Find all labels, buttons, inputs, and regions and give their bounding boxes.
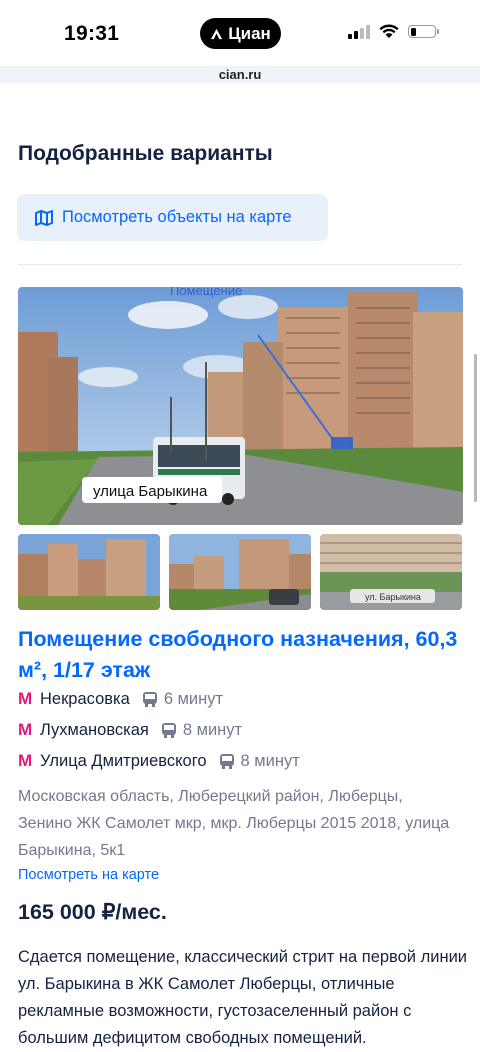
cian-logo-icon [211,28,223,40]
listing-main-photo[interactable]: Помещение улица Барыкина [18,287,463,525]
divider [18,264,462,265]
map-icon [35,209,53,226]
view-on-map-label: Посмотреть объекты на карте [62,208,292,226]
photo-annotation: Помещение [170,287,242,298]
metro-icon: М [18,689,33,708]
view-on-map-link[interactable]: Посмотреть на карте [18,867,159,883]
status-bar: 19:31 Циан [0,0,480,66]
view-on-map-button[interactable]: Посмотреть объекты на карте [17,194,328,241]
listing-thumbnail[interactable]: ул. Барыкина [320,534,462,610]
metro-icon: М [18,720,33,739]
listing-thumbnail[interactable] [169,534,311,610]
metro-travel-time: 6 минут [163,689,224,708]
scrollbar[interactable] [474,354,477,502]
street-photo: Помещение улица Барыкина [18,287,463,525]
cellular-signal-icon [348,24,370,39]
listing-title-link[interactable]: Помещение свободного назначения, 60,3 м²… [18,624,468,686]
metro-station: Лухмановская [40,720,149,739]
bus-icon [142,692,157,707]
metro-item: М Лухмановская 8 минут [18,720,242,740]
thumbnail-photo [169,534,311,610]
app-pill[interactable]: Циан [200,18,281,49]
metro-station: Некрасовка [40,689,130,708]
metro-travel-time: 8 минут [240,751,300,770]
listing-price: 165 000 ₽/мес. [18,900,167,924]
battery-level [410,27,417,36]
listing-description: Сдается помещение, классический стрит на… [18,948,467,1047]
app-pill-label: Циан [228,23,271,43]
metro-item: М Улица Дмитриевского 8 минут [18,751,300,771]
bus-icon [161,723,176,738]
metro-travel-time: 8 минут [182,720,243,739]
street-label: улица Барыкина [93,483,208,500]
battery-icon [408,25,439,38]
thumbnail-street-label: ул. Барыкина [365,592,421,602]
wifi-icon [379,24,399,38]
thumbnail-photo [18,534,160,610]
listing-thumbnail[interactable] [18,534,160,610]
thumbnail-photo: ул. Барыкина [320,534,462,610]
section-title: Подобранные варианты [18,142,273,165]
url-text[interactable]: cian.ru [0,67,480,82]
metro-item: М Некрасовка 6 минут [18,689,223,709]
bus-icon [219,754,234,769]
clock: 19:31 [64,22,120,45]
metro-station: Улица Дмитриевского [40,751,207,770]
metro-icon: М [18,751,33,770]
listing-address: Московская область, Люберецкий район, Лю… [18,788,450,859]
